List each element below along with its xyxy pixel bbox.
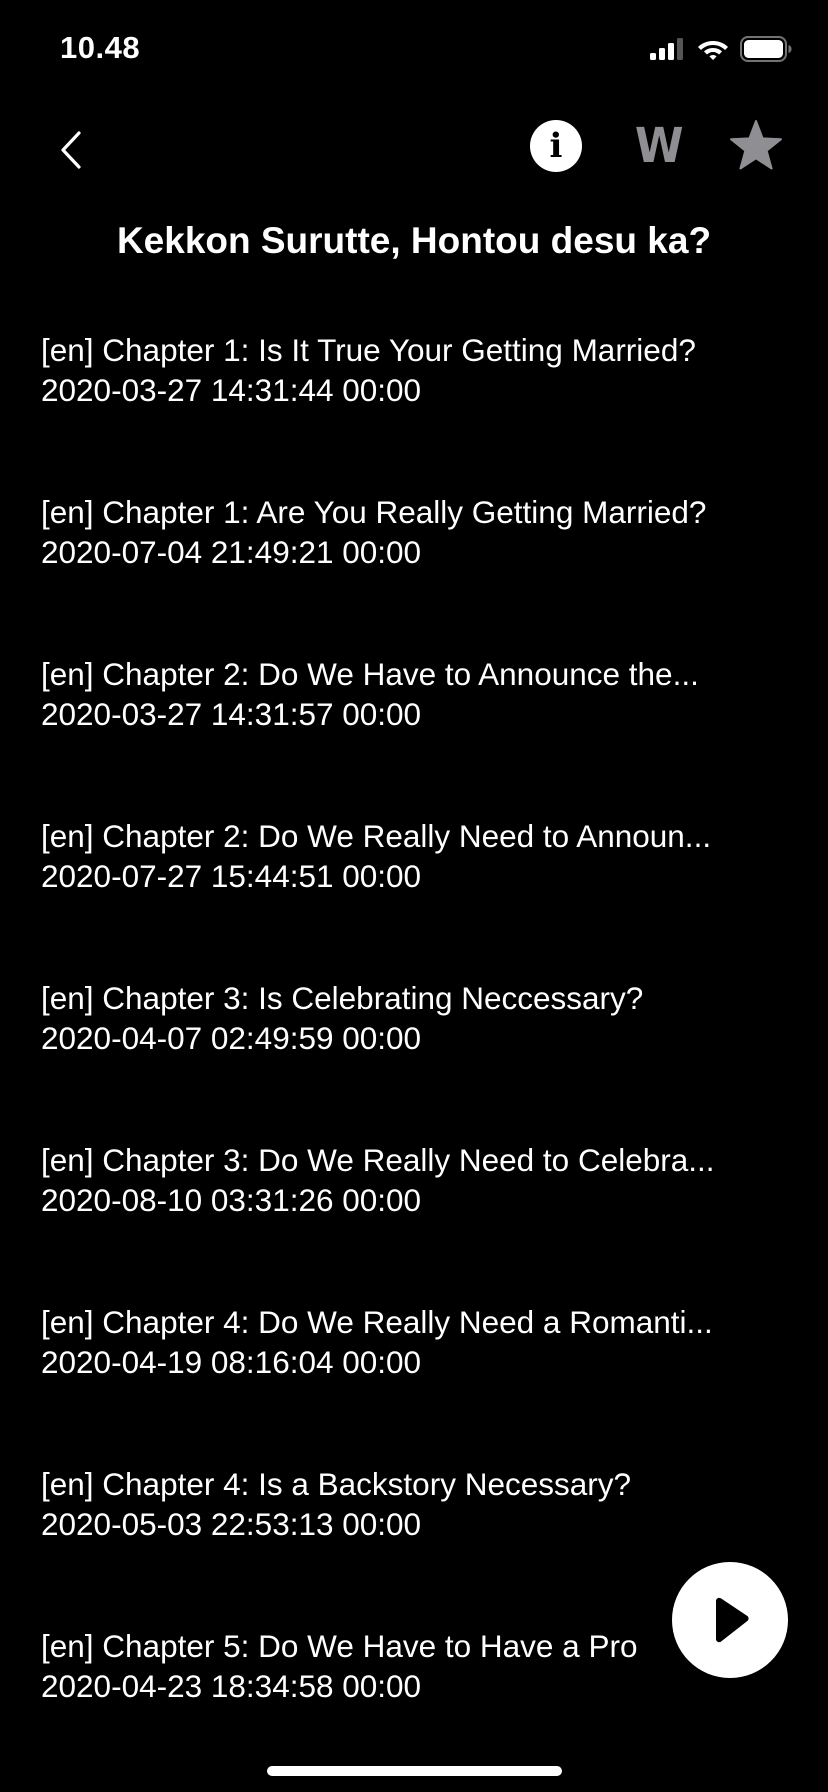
chapter-date: 2020-05-03 22:53:13 00:00 (41, 1506, 422, 1542)
cellular-signal-icon (650, 38, 683, 60)
chapter-row[interactable]: [en] Chapter 1: Are You Really Getting M… (0, 492, 828, 654)
chapter-title: [en] Chapter 1: Are You Really Getting M… (41, 494, 707, 530)
info-icon-glyph: i (549, 126, 563, 166)
info-button[interactable]: i (528, 118, 584, 174)
chapter-title: [en] Chapter 1: Is It True Your Getting … (41, 332, 696, 368)
nav-bar: i W (0, 100, 828, 200)
favorite-button[interactable] (728, 118, 784, 174)
chapter-date: 2020-08-10 03:31:26 00:00 (41, 1182, 422, 1218)
status-time: 10.48 (60, 30, 141, 65)
battery-icon (740, 36, 792, 62)
chevron-left-icon (61, 131, 81, 169)
chapter-title: [en] Chapter 4: Do We Really Need a Roma… (41, 1304, 713, 1340)
w-letter-icon: W (634, 118, 683, 174)
chapter-date: 2020-04-07 02:49:59 00:00 (41, 1020, 422, 1056)
chapter-row[interactable]: [en] Chapter 4: Do We Really Need a Roma… (0, 1302, 828, 1464)
nav-actions: i W (528, 118, 784, 174)
chapter-row[interactable]: [en] Chapter 3: Is Celebrating Neccessar… (0, 978, 828, 1140)
back-button[interactable] (46, 122, 96, 178)
chapter-title: [en] Chapter 2: Do We Have to Announce t… (41, 656, 699, 692)
chapter-date: 2020-03-27 14:31:57 00:00 (41, 696, 422, 732)
chapter-row[interactable]: [en] Chapter 2: Do We Have to Announce t… (0, 654, 828, 816)
home-indicator[interactable] (267, 1766, 562, 1776)
info-icon: i (530, 120, 582, 172)
chapter-title: [en] Chapter 2: Do We Really Need to Ann… (41, 818, 712, 854)
chapter-row[interactable]: [en] Chapter 3: Do We Really Need to Cel… (0, 1140, 828, 1302)
chapter-date: 2020-07-27 15:44:51 00:00 (41, 858, 422, 894)
play-icon (716, 1597, 749, 1643)
chapter-date: 2020-07-04 21:49:21 00:00 (41, 534, 422, 570)
chapter-row[interactable]: [en] Chapter 2: Do We Really Need to Ann… (0, 816, 828, 978)
chapter-date: 2020-04-19 08:16:04 00:00 (41, 1344, 422, 1380)
chapter-date: 2020-03-27 14:31:44 00:00 (41, 372, 422, 408)
chapter-title: [en] Chapter 3: Is Celebrating Neccessar… (41, 980, 644, 1016)
wiki-button[interactable]: W (628, 118, 684, 174)
star-icon (730, 120, 782, 170)
wifi-icon (698, 41, 728, 60)
chapter-row[interactable]: [en] Chapter 1: Is It True Your Getting … (0, 330, 828, 492)
page-title: Kekkon Surutte, Hontou desu ka? (116, 220, 712, 261)
status-icons (650, 36, 792, 62)
chapter-title: [en] Chapter 4: Is a Backstory Necessary… (41, 1466, 632, 1502)
status-bar: 10.48 (0, 0, 828, 100)
chapter-title: [en] Chapter 3: Do We Really Need to Cel… (41, 1142, 715, 1178)
chapter-date: 2020-04-23 18:34:58 00:00 (41, 1668, 422, 1704)
play-button[interactable] (672, 1562, 788, 1678)
